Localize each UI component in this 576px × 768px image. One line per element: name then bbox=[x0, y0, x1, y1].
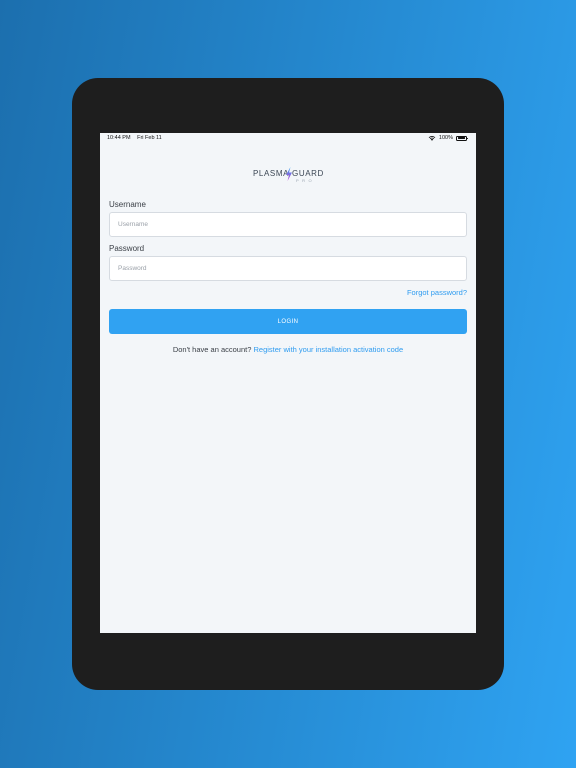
battery-percent: 100% bbox=[438, 135, 453, 141]
status-date: Fri Feb 11 bbox=[137, 135, 162, 141]
logo-subtext: PRO bbox=[296, 178, 316, 183]
status-bar: 10:44 PM Fri Feb 11 100% bbox=[100, 133, 476, 143]
battery-icon bbox=[456, 135, 468, 141]
app-screen: 10:44 PM Fri Feb 11 100% PLASMA GUARD PR… bbox=[100, 133, 476, 633]
register-link[interactable]: Register with your installation activati… bbox=[253, 345, 403, 354]
password-label: Password bbox=[109, 244, 145, 253]
register-row: Don't have an account? Register with you… bbox=[100, 345, 476, 354]
logo-text-left: PLASMA bbox=[253, 169, 290, 178]
plasma-guard-logo: PLASMA GUARD PRO bbox=[248, 166, 328, 184]
tablet-frame: 10:44 PM Fri Feb 11 100% PLASMA GUARD PR… bbox=[72, 78, 504, 690]
logo-text-right: GUARD bbox=[292, 169, 324, 178]
status-time: 10:44 PM bbox=[107, 135, 131, 141]
register-prompt: Don't have an account? bbox=[172, 345, 254, 354]
forgot-password-link[interactable]: Forgot password? bbox=[407, 288, 467, 297]
wifi-icon bbox=[428, 136, 436, 141]
username-input[interactable] bbox=[109, 212, 467, 237]
status-left: 10:44 PM Fri Feb 11 bbox=[107, 135, 167, 141]
status-right: 100% bbox=[428, 135, 468, 141]
password-input[interactable] bbox=[109, 256, 467, 281]
login-button[interactable]: LOGIN bbox=[109, 309, 467, 334]
username-label: Username bbox=[109, 200, 146, 209]
